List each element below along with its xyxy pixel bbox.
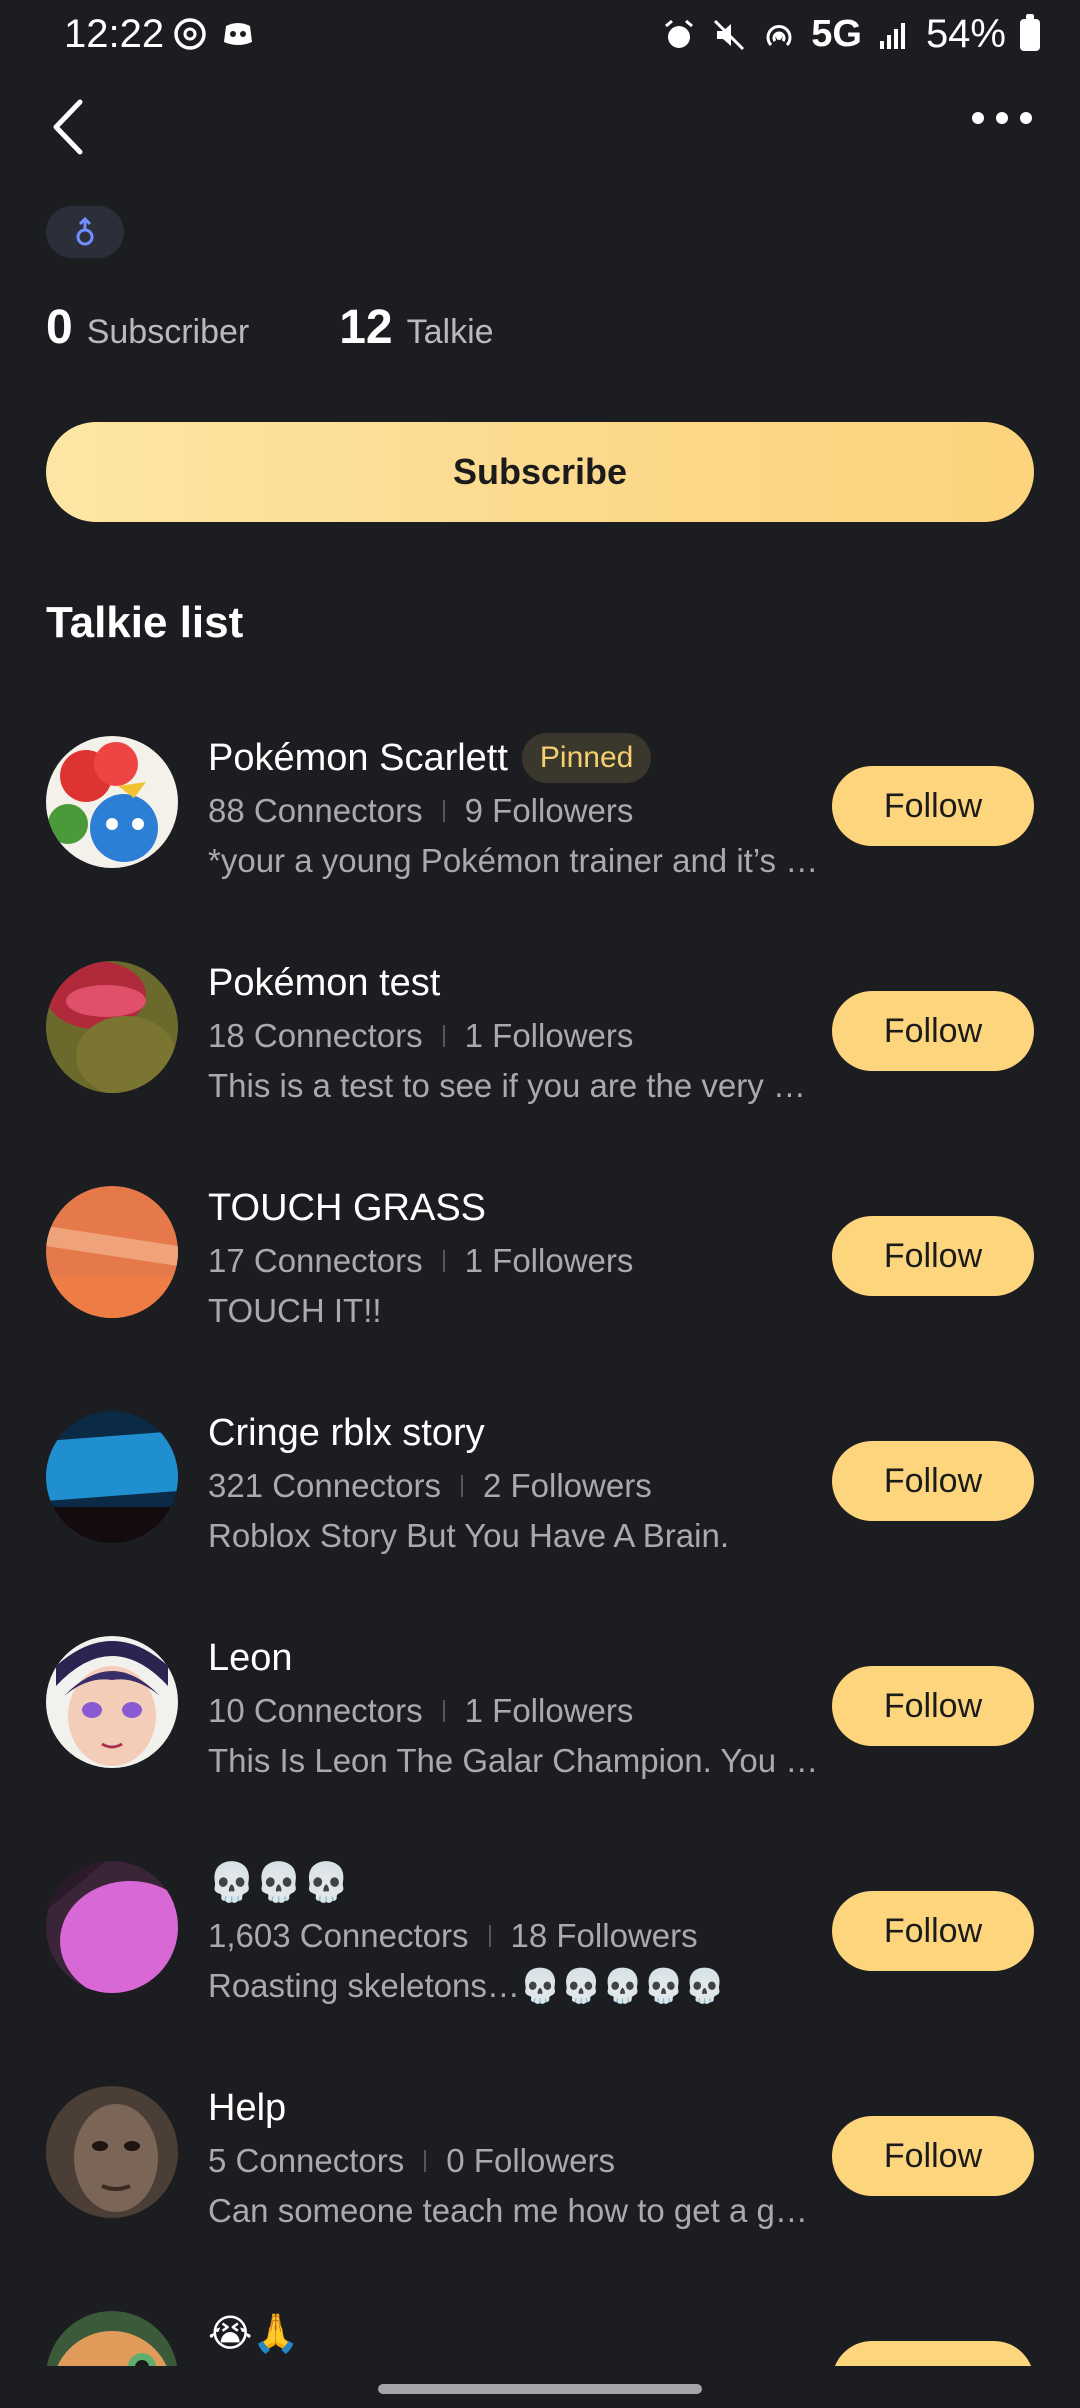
pinned-badge: Pinned — [521, 733, 652, 783]
divider — [442, 1700, 445, 1722]
talkie-title: 💀💀💀 — [208, 1862, 350, 1904]
list-item[interactable]: Pokémon test 18 Connectors 1 Followers Th… — [0, 943, 1080, 1168]
list-item[interactable]: Pokémon Scarlett Pinned 88 Connectors 9 F… — [0, 718, 1080, 943]
avatar — [46, 1861, 178, 1993]
list-item-info: Help 5 Connectors 0 Followers Can someone… — [208, 2078, 828, 2230]
follow-button[interactable]: Follow — [832, 1891, 1034, 1971]
mute-icon — [714, 19, 745, 50]
connectors-count: 88 Connectors — [208, 792, 423, 829]
followers-count: 1 Followers — [464, 1242, 634, 1279]
list-item[interactable]: 😭🙏 Follow — [0, 2293, 1080, 2366]
home-indicator[interactable] — [378, 2384, 702, 2394]
avatar — [46, 2086, 178, 2218]
battery-percent: 54% — [925, 12, 1006, 56]
status-bar: 12:22 5G 54% — [0, 0, 1080, 72]
subscribe-button[interactable]: Subscribe — [46, 422, 1034, 522]
talkie-label: Talkie — [406, 313, 494, 351]
list-item[interactable]: Help 5 Connectors 0 Followers Can someone… — [0, 2068, 1080, 2293]
talkie-description: TOUCH IT!! — [208, 1292, 382, 1329]
network-type: 5G — [811, 13, 862, 55]
followers-count: 1 Followers — [464, 1017, 634, 1054]
talkie-count: 12 — [339, 301, 393, 354]
subscriber-count: 0 — [46, 301, 73, 354]
avatar — [46, 1636, 178, 1768]
followers-count: 1 Followers — [464, 1692, 634, 1729]
connectors-count: 17 Connectors — [208, 1242, 423, 1279]
back-button[interactable] — [44, 92, 94, 162]
followers-count: 2 Followers — [482, 1467, 652, 1504]
follow-button[interactable]: Follow — [832, 1666, 1034, 1746]
talkie-title: Pokémon Scarlett — [208, 736, 508, 779]
avatar — [46, 2311, 178, 2366]
list-item-info: 💀💀💀 1,603 Connectors 18 Followers Roastin… — [208, 1853, 828, 2006]
divider — [442, 1250, 445, 1272]
talkie-title: TOUCH GRASS — [208, 1186, 487, 1229]
subscriber-label: Subscriber — [86, 313, 250, 351]
alarm-icon — [665, 19, 694, 48]
talkie-list[interactable]: Pokémon Scarlett Pinned 88 Connectors 9 F… — [0, 718, 1080, 2366]
male-symbol-icon — [76, 216, 94, 246]
connectors-count: 18 Connectors — [208, 1017, 423, 1054]
connectors-count: 1,603 Connectors — [208, 1917, 469, 1954]
threads-icon — [174, 18, 206, 50]
gender-tag — [46, 206, 124, 258]
connectors-count: 5 Connectors — [208, 2142, 405, 2179]
more-options-button[interactable] — [972, 112, 1032, 124]
follow-button[interactable]: Follow — [832, 1441, 1034, 1521]
talkie-description: *your a young Pokémon trainer and it’s … — [208, 842, 819, 879]
follow-button[interactable]: Follow — [832, 2116, 1034, 2196]
talkie-description: Roasting skeletons…💀💀💀💀💀 — [208, 1967, 726, 2004]
divider — [442, 800, 445, 822]
list-item[interactable]: Cringe rblx story 321 Connectors 2 Follow… — [0, 1393, 1080, 1618]
connectors-count: 321 Connectors — [208, 1467, 441, 1504]
talkie-title: Help — [208, 2086, 287, 2129]
list-item-info: TOUCH GRASS 17 Connectors 1 Followers TOU… — [208, 1178, 828, 1330]
hotspot-icon — [766, 24, 792, 46]
list-item-info: Pokémon Scarlett Pinned 88 Connectors 9 F… — [208, 728, 828, 880]
discord-icon — [224, 23, 252, 45]
section-title: Talkie list — [46, 598, 244, 647]
more-dot-icon — [1020, 112, 1032, 124]
followers-count: 18 Followers — [510, 1917, 698, 1954]
more-dot-icon — [972, 112, 984, 124]
list-item[interactable]: Leon 10 Connectors 1 Followers This Is Le… — [0, 1618, 1080, 1843]
follow-button[interactable]: Follow — [832, 991, 1034, 1071]
talkie-title: 😭🙏 — [208, 2312, 300, 2355]
avatar — [46, 1411, 178, 1543]
followers-count: 9 Followers — [464, 792, 634, 829]
follow-button[interactable]: Follow — [832, 1216, 1034, 1296]
talkie-description: This Is Leon The Galar Champion. You … — [208, 1742, 819, 1779]
talkie-description: Roblox Story But You Have A Brain. — [208, 1517, 729, 1554]
status-time: 12:22 — [64, 12, 165, 56]
talkie-title: Cringe rblx story — [208, 1411, 485, 1454]
list-item-info: Pokémon test 18 Connectors 1 Followers Th… — [208, 953, 828, 1105]
signal-icon — [879, 22, 905, 49]
list-item-info: 😭🙏 — [208, 2303, 828, 2363]
list-item-info: Cringe rblx story 321 Connectors 2 Follow… — [208, 1403, 828, 1555]
avatar — [46, 736, 178, 868]
list-item-info: Leon 10 Connectors 1 Followers This Is Le… — [208, 1628, 828, 1780]
followers-count: 0 Followers — [446, 2142, 616, 2179]
talkie-description: This is a test to see if you are the ver… — [208, 1067, 824, 1104]
divider — [488, 1925, 491, 1947]
avatar — [46, 1186, 178, 1318]
talkie-description: Can someone teach me how to get a g… — [208, 2192, 808, 2229]
connectors-count: 10 Connectors — [208, 1692, 423, 1729]
status-icons-right: 5G 54% — [661, 12, 1040, 57]
profile-stats: 0 Subscriber 12 Talkie — [46, 300, 494, 355]
list-item[interactable]: 💀💀💀 1,603 Connectors 18 Followers Roastin… — [0, 1843, 1080, 2068]
follow-button[interactable]: Follow — [832, 766, 1034, 846]
avatar — [46, 961, 178, 1093]
divider — [460, 1475, 463, 1497]
status-icons-left — [172, 16, 256, 52]
list-item[interactable]: TOUCH GRASS 17 Connectors 1 Followers TOU… — [0, 1168, 1080, 1393]
follow-button[interactable]: Follow — [832, 2341, 1034, 2366]
divider — [442, 1025, 445, 1047]
talkie-title: Leon — [208, 1636, 293, 1679]
battery-icon — [1020, 13, 1040, 51]
talkie-title: Pokémon test — [208, 961, 441, 1004]
divider — [424, 2150, 427, 2172]
more-dot-icon — [996, 112, 1008, 124]
